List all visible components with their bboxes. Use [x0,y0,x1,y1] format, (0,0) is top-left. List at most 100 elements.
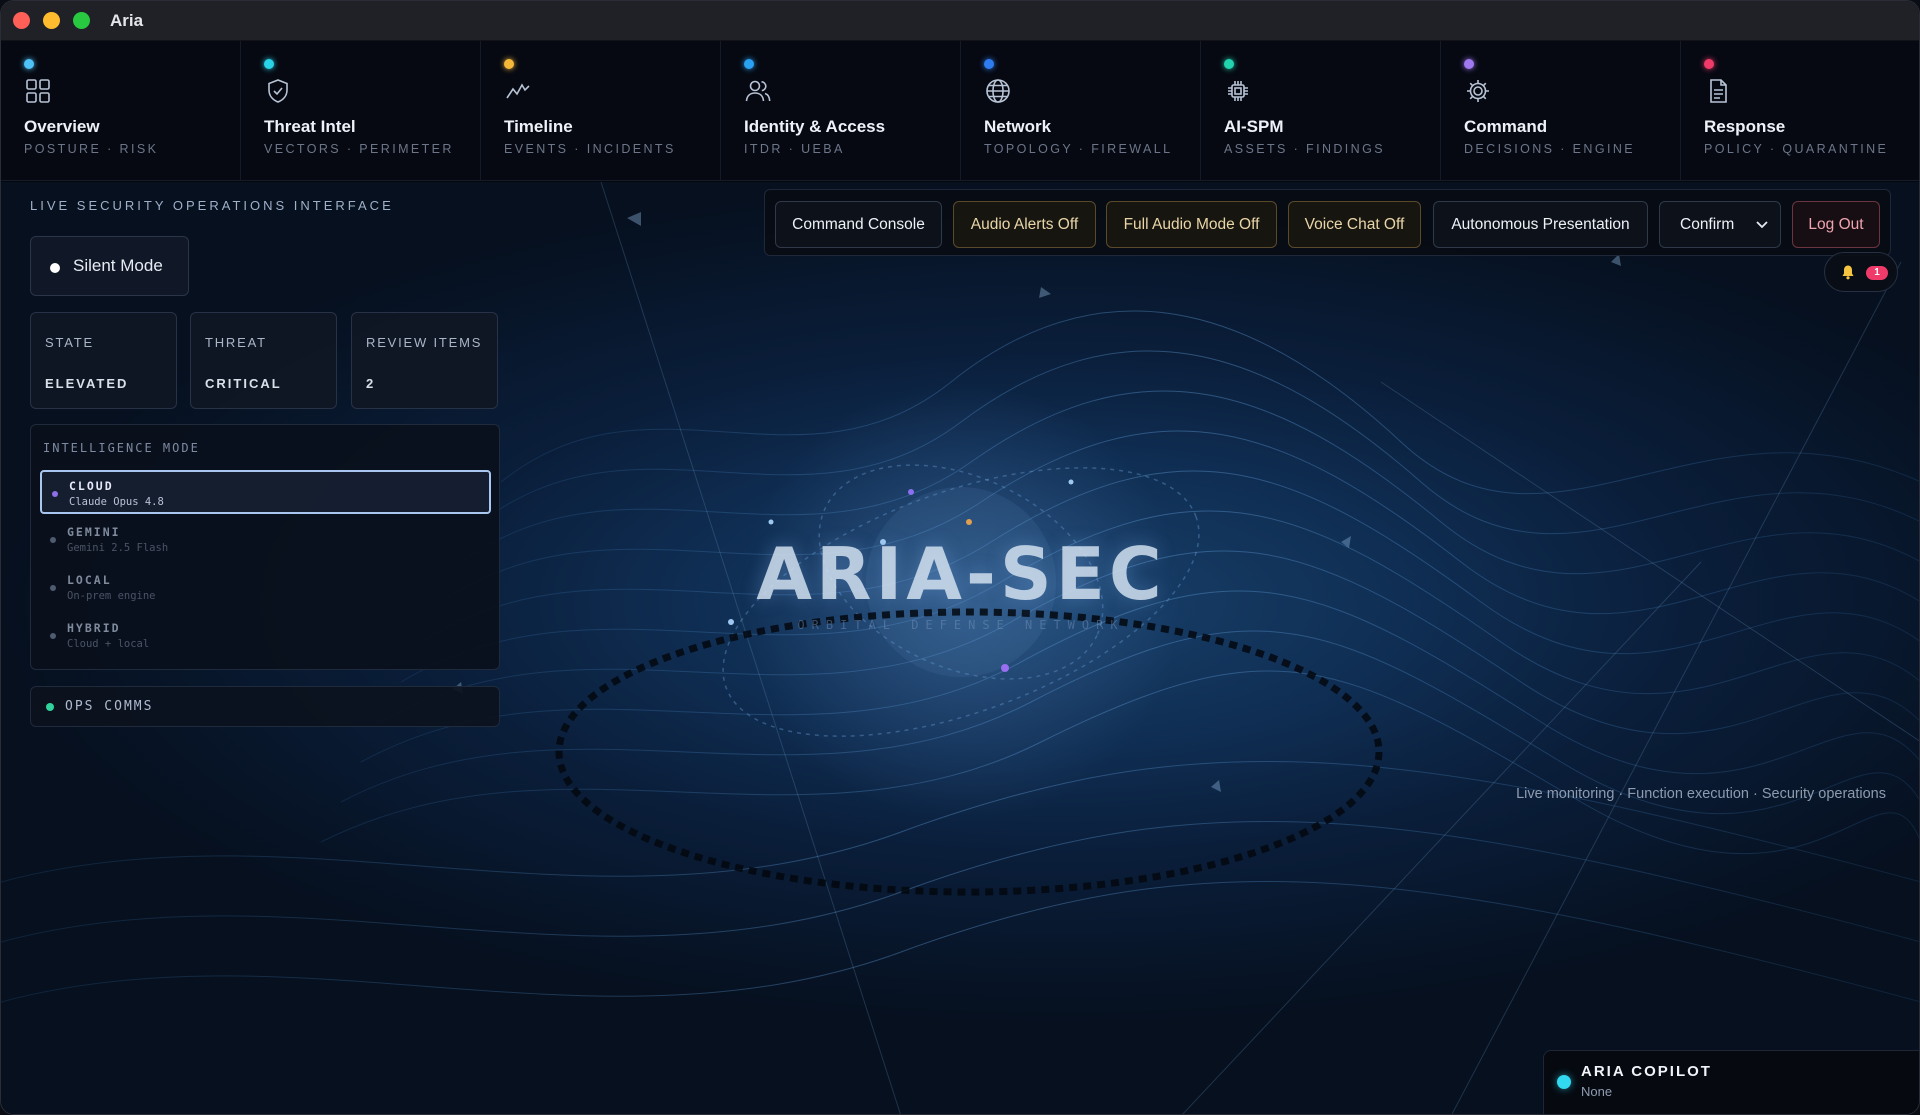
nav-item-command[interactable]: Command DECISIONS · ENGINE [1441,41,1681,181]
nav-subtitle: POSTURE · RISK [24,142,159,156]
hero-subtitle: ORBITAL DEFENSE NETWORK [797,618,1125,632]
confirm-mode-select[interactable]: Confirm [1659,201,1781,248]
nav-title: AI-SPM [1224,117,1284,136]
nav-title: Threat Intel [264,117,356,136]
status-dot [1557,1075,1571,1089]
ops-comms-label: OPS COMMS [65,699,154,714]
status-dot [504,59,514,69]
nav-title: Timeline [504,117,573,136]
mode-option-cloud[interactable]: CLOUD Claude Opus 4.8 [40,470,491,514]
mode-description: Cloud + local [67,638,150,650]
chip-icon [1228,81,1248,101]
chevron-down-icon [1756,221,1768,229]
nav-item-ai-spm[interactable]: AI-SPM ASSETS · FINDINGS [1201,41,1441,181]
status-dot [264,59,274,69]
control-toolbar: Command Console Audio Alerts Off Full Au… [764,189,1891,256]
nav-subtitle: DECISIONS · ENGINE [1464,142,1635,156]
status-dot [46,703,54,711]
stat-card-threat: THREAT CRITICAL [190,312,337,409]
confirm-select-value: Confirm [1680,215,1735,233]
nav-title: Response [1704,117,1786,136]
mode-description: Gemini 2.5 Flash [67,542,169,554]
app-window: Aria Overview POSTURE · RISK Threat Inte… [0,0,1920,1115]
title-bar: Aria [1,1,1919,41]
status-dot [1224,59,1234,69]
nav-item-overview[interactable]: Overview POSTURE · RISK [1,41,241,181]
grid-icon [26,79,50,103]
stat-label: REVIEW ITEMS [366,335,483,350]
voice-chat-toggle[interactable]: Voice Chat Off [1288,201,1421,248]
users-icon [745,80,771,102]
status-dot [984,59,994,69]
stat-value: CRITICAL [205,376,282,391]
aria-copilot-panel[interactable]: ARIA COPILOT None [1543,1050,1919,1114]
status-dot [744,59,754,69]
mode-description: On-prem engine [67,590,156,602]
panel-title: INTELLIGENCE MODE [43,441,200,455]
close-window-button[interactable] [13,12,30,29]
mode-name: GEMINI [67,525,121,539]
mode-name: HYBRID [67,621,121,635]
radio-dot [50,537,56,543]
nav-title: Command [1464,117,1548,136]
minimize-window-button[interactable] [43,12,60,29]
status-dot [1464,59,1474,69]
audio-alerts-toggle[interactable]: Audio Alerts Off [953,201,1096,248]
mode-description: Claude Opus 4.8 [69,496,164,508]
gear-icon [1467,80,1489,102]
mode-name: CLOUD [69,479,114,493]
mode-option-local[interactable]: LOCAL On-prem engine [40,566,491,610]
nav-title: Network [984,117,1052,136]
mode-option-gemini[interactable]: GEMINI Gemini 2.5 Flash [40,518,491,562]
stat-label: THREAT [205,335,267,350]
hero-title: ARIA-SEC [756,532,1166,616]
copilot-status: None [1581,1084,1613,1099]
nav-subtitle: VECTORS · PERIMETER [264,142,454,156]
window-title: Aria [110,11,144,30]
command-console-button[interactable]: Command Console [775,201,942,248]
nav-title: Identity & Access [744,117,886,136]
status-dot [24,59,34,69]
nav-subtitle: TOPOLOGY · FIREWALL [984,142,1173,156]
radio-dot [50,633,56,639]
logout-button[interactable]: Log Out [1792,201,1880,248]
nav-title: Overview [24,117,100,136]
nav-subtitle: ASSETS · FINDINGS [1224,142,1385,156]
nav-item-threat-intel[interactable]: Threat Intel VECTORS · PERIMETER [241,41,481,181]
nav-item-identity-access[interactable]: Identity & Access ITDR · UEBA [721,41,961,181]
maximize-window-button[interactable] [73,12,90,29]
document-icon [1710,79,1727,103]
silent-mode-label: Silent Mode [73,256,163,275]
nav-subtitle: EVENTS · INCIDENTS [504,142,676,156]
status-dot [50,263,60,273]
intelligence-mode-panel: INTELLIGENCE MODE CLOUD Claude Opus 4.8 … [30,424,500,670]
mode-name: LOCAL [67,573,112,587]
copilot-title: ARIA COPILOT [1581,1063,1712,1080]
notifications-button[interactable]: 1 [1824,252,1898,292]
status-dot [1704,59,1714,69]
stat-card-review-items: REVIEW ITEMS 2 [351,312,498,409]
notification-count-badge: 1 [1866,266,1888,280]
radio-dot [52,491,58,497]
ops-comms-panel[interactable]: OPS COMMS [30,686,500,727]
globe-icon [986,79,1010,103]
live-ops-label: LIVE SECURITY OPERATIONS INTERFACE [30,198,394,213]
nav-subtitle: POLICY · QUARANTINE [1704,142,1889,156]
silent-mode-button[interactable]: Silent Mode [30,236,189,296]
nav-item-timeline[interactable]: Timeline EVENTS · INCIDENTS [481,41,721,181]
full-audio-mode-toggle[interactable]: Full Audio Mode Off [1106,201,1277,248]
autonomous-presentation-button[interactable]: Autonomous Presentation [1433,201,1648,248]
bell-icon [1842,265,1854,280]
visualization-stage: LIVE SECURITY OPERATIONS INTERFACE Silen… [1,182,1919,1114]
stat-value: 2 [366,376,376,391]
capabilities-caption: Live monitoring · Function execution · S… [1516,786,1886,802]
shield-icon [268,79,288,103]
mode-option-hybrid[interactable]: HYBRID Cloud + local [40,614,491,658]
stat-value: ELEVATED [45,376,129,391]
nav-item-response[interactable]: Response POLICY · QUARANTINE [1681,41,1919,181]
stat-label: STATE [45,335,94,350]
module-nav: Overview POSTURE · RISK Threat Intel VEC… [1,41,1919,181]
stat-card-state: STATE ELEVATED [30,312,177,409]
radio-dot [50,585,56,591]
nav-item-network[interactable]: Network TOPOLOGY · FIREWALL [961,41,1201,181]
